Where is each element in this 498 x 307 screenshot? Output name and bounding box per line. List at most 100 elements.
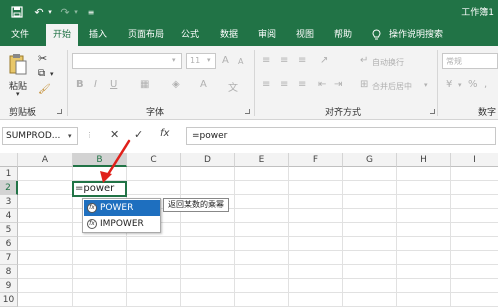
italic-icon[interactable]: I: [94, 79, 97, 90]
column-header-i[interactable]: I: [451, 153, 498, 167]
align-bottom-icon[interactable]: ≡: [298, 55, 306, 66]
undo-dropdown-icon[interactable]: ▾: [46, 4, 54, 20]
grow-font-icon[interactable]: A: [222, 55, 229, 66]
function-icon: fx: [87, 203, 97, 213]
align-middle-icon[interactable]: ≡: [280, 55, 288, 66]
clipboard-launcher-icon[interactable]: [57, 109, 62, 114]
copy-dropdown-icon[interactable]: ▾: [50, 70, 54, 78]
column-header-d[interactable]: D: [181, 153, 235, 167]
column-header-h[interactable]: H: [397, 153, 451, 167]
row-header-2[interactable]: 2: [0, 181, 18, 195]
insert-function-icon[interactable]: fx: [160, 128, 169, 139]
gridline: [342, 167, 343, 307]
tab-view[interactable]: 视图: [296, 24, 314, 46]
font-size-dropdown-icon[interactable]: ▾: [207, 56, 211, 64]
cut-icon[interactable]: ✂: [38, 52, 47, 65]
font-launcher-icon[interactable]: [245, 109, 250, 114]
gridline: [288, 167, 289, 307]
tab-formulas[interactable]: 公式: [181, 24, 199, 46]
format-painter-icon[interactable]: 🖌: [38, 84, 51, 95]
tab-review[interactable]: 审阅: [258, 24, 276, 46]
tab-tell-me[interactable]: 操作说明搜索: [389, 24, 443, 46]
merge-center-icon[interactable]: ⊞: [360, 79, 368, 90]
column-header-a[interactable]: A: [18, 153, 73, 167]
save-icon[interactable]: [8, 4, 26, 20]
row-header-3[interactable]: 3: [0, 195, 18, 209]
font-name-box[interactable]: [72, 53, 182, 69]
currency-icon[interactable]: ¥: [446, 79, 452, 90]
formula-bar: SUMPROD... ▾ ⋮ ✕ ✓ fx =power: [0, 124, 498, 148]
row-header-10[interactable]: 10: [0, 293, 18, 307]
merge-dropdown-icon[interactable]: ▾: [424, 81, 428, 89]
comma-icon[interactable]: ,: [484, 79, 487, 90]
align-right-icon[interactable]: ≡: [298, 79, 306, 90]
font-color-icon[interactable]: A: [200, 79, 207, 90]
number-format-box[interactable]: 常规: [442, 53, 498, 69]
fill-color-icon[interactable]: ◈: [172, 79, 180, 90]
align-center-icon[interactable]: ≡: [280, 79, 288, 90]
formula-input[interactable]: =power: [186, 127, 496, 145]
lightbulb-icon[interactable]: [372, 24, 381, 46]
name-box[interactable]: SUMPROD...: [2, 127, 78, 145]
align-top-icon[interactable]: ≡: [262, 55, 270, 66]
row-header-4[interactable]: 4: [0, 209, 18, 223]
shrink-font-icon[interactable]: A: [238, 57, 243, 66]
window-title: 工作簿1: [461, 8, 494, 18]
clipboard-group-label: 剪贴板: [9, 108, 37, 118]
wrap-text-icon[interactable]: ↵: [360, 55, 368, 66]
row-header-7[interactable]: 7: [0, 251, 18, 265]
paste-dropdown-icon[interactable]: ▾: [16, 90, 20, 98]
gridline: [18, 236, 498, 237]
tab-page-layout[interactable]: 页面布局: [128, 24, 164, 46]
row-header-1[interactable]: 1: [0, 167, 18, 181]
alignment-launcher-icon[interactable]: [430, 109, 435, 114]
autocomplete-item-label: POWER: [100, 203, 134, 213]
cancel-icon[interactable]: ✕: [110, 128, 119, 141]
number-group-label: 数字: [478, 108, 497, 118]
copy-icon[interactable]: ⧉: [38, 68, 45, 79]
font-name-dropdown-icon[interactable]: ▾: [172, 56, 176, 64]
gridline: [396, 167, 397, 307]
column-header-c[interactable]: C: [127, 153, 181, 167]
row-header-8[interactable]: 8: [0, 265, 18, 279]
select-all-corner[interactable]: [0, 153, 18, 167]
enter-icon[interactable]: ✓: [134, 128, 143, 141]
merge-center-label[interactable]: 合并后居中: [372, 81, 412, 92]
redo-dropdown-icon[interactable]: ▾: [72, 4, 80, 20]
gridline: [18, 278, 498, 279]
align-left-icon[interactable]: ≡: [262, 79, 270, 90]
name-box-dropdown-icon[interactable]: ▾: [68, 132, 72, 140]
row-header-6[interactable]: 6: [0, 237, 18, 251]
worksheet-grid: A B C D E F G H I 1 2 3 4 5 6 7 8 9 10: [0, 153, 498, 307]
column-header-f[interactable]: F: [289, 153, 343, 167]
autocomplete-item-impower[interactable]: fx IMPOWER: [84, 216, 160, 232]
gridline: [234, 167, 235, 307]
increase-indent-icon[interactable]: ⇥: [334, 79, 342, 90]
gridline: [18, 264, 498, 265]
phonetic-icon[interactable]: 文: [228, 79, 238, 94]
currency-dropdown-icon[interactable]: ▾: [458, 81, 462, 89]
font-size-box[interactable]: 11 ▾: [186, 53, 216, 69]
underline-icon[interactable]: U: [110, 79, 117, 90]
formula-bar-options-icon[interactable]: ⋮: [86, 131, 93, 139]
column-header-e[interactable]: E: [235, 153, 289, 167]
tab-home[interactable]: 开始: [46, 24, 78, 46]
tab-help[interactable]: 帮助: [334, 24, 352, 46]
row-header-5[interactable]: 5: [0, 223, 18, 237]
customize-toolbar-icon[interactable]: ≡: [86, 4, 96, 20]
tab-file[interactable]: 文件: [11, 24, 29, 46]
borders-icon[interactable]: ▦: [140, 79, 149, 90]
decrease-indent-icon[interactable]: ⇤: [318, 79, 326, 90]
bold-icon[interactable]: B: [76, 79, 84, 90]
paste-icon[interactable]: [8, 52, 28, 79]
column-header-b[interactable]: B: [73, 153, 127, 167]
orientation-icon[interactable]: ↗: [320, 55, 328, 66]
autocomplete-item-power[interactable]: fx POWER: [84, 200, 160, 216]
wrap-text-label[interactable]: 自动换行: [372, 57, 404, 68]
tab-data[interactable]: 数据: [220, 24, 238, 46]
active-cell-b2[interactable]: =power: [72, 181, 127, 197]
tab-insert[interactable]: 插入: [89, 24, 107, 46]
row-header-9[interactable]: 9: [0, 279, 18, 293]
percent-icon[interactable]: %: [468, 79, 478, 90]
column-header-g[interactable]: G: [343, 153, 397, 167]
